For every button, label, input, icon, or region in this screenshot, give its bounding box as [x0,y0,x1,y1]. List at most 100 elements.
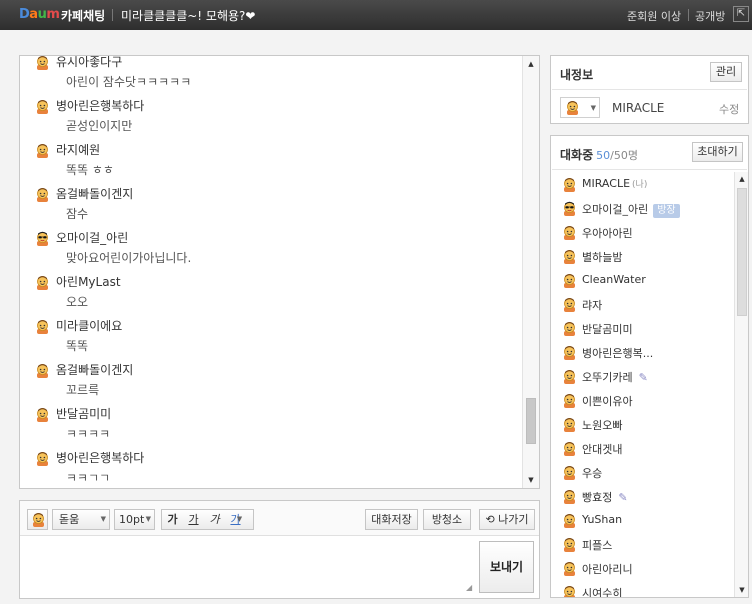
participant-name: 별하늘밤 [582,251,623,264]
avatar[interactable] [35,319,50,334]
participant-item[interactable]: 피플스 [551,534,731,556]
avatar[interactable] [35,451,50,466]
scroll-up-arrow-icon[interactable]: ▲ [735,172,748,186]
message-nickname[interactable]: 병아린은행복하다 [56,449,144,466]
participant-name: 노원오빠 [582,419,623,432]
exit-button[interactable]: ⟲ 나가기 [479,509,535,530]
participant-item[interactable]: 빵효정 ✎ [551,486,731,508]
message-nickname[interactable]: 오마이걸_아린 [56,229,128,246]
participant-list: MIRACLE (나) 오마이걸_아린 방장 우아아아린별하늘밤 CleanWater 랴자… [551,172,733,597]
top-bar: Daum 카페채팅 미라클클클클~! 모해용?❤ 준회원 이상 공개방 ⇱ [0,0,752,30]
message-nickname[interactable]: 반달곰미미 [56,405,111,422]
participant-item[interactable]: 별하늘밤 [551,246,731,268]
font-select[interactable]: 돋움 ▼ [52,509,110,530]
smile-face-icon [564,538,575,552]
save-chat-button[interactable]: 대화저장 [365,509,418,530]
participant-item[interactable]: 아린아리니 [551,558,731,580]
scroll-up-arrow-icon[interactable]: ▲ [523,56,539,72]
font-size-value: 10pt [119,513,145,526]
participant-item[interactable]: 반달곰미미 [551,318,731,340]
avatar[interactable] [35,407,50,422]
participant-item[interactable]: MIRACLE (나) [551,174,731,196]
participant-item[interactable]: 오마이걸_아린 방장 [551,198,731,220]
message-nickname[interactable]: 옴걸빠돌이겐지 [56,185,133,202]
chat-message: 옴걸빠돌이겐지 꼬르륵 [20,361,520,405]
resize-grip-icon[interactable]: ◢ [466,583,472,592]
participant-name: 시여수히 [582,587,623,597]
send-button[interactable]: 보내기 [479,541,534,593]
popout-icon[interactable]: ⇱ [733,6,749,22]
sunglasses-face-icon [564,201,575,216]
smile-face-icon [564,418,575,432]
message-nickname[interactable]: 라지예원 [56,141,100,158]
invite-button[interactable]: 초대하기 [692,142,743,162]
avatar[interactable] [35,56,50,70]
underline-button[interactable]: 가 [183,510,204,529]
scrollbar-thumb[interactable] [737,188,747,316]
chat-message: 병아린은행복하다 ㅋㅋㄱㄱ [20,449,520,488]
message-input[interactable] [27,542,474,592]
pencil-icon: ✎ [618,491,628,504]
bold-button[interactable]: 가 [162,510,183,529]
message-nickname[interactable]: 유시아좋다구 [56,56,122,70]
my-nickname: MIRACLE [612,101,665,115]
participant-name: MIRACLE [582,177,631,190]
scroll-down-arrow-icon[interactable]: ▼ [735,583,748,597]
participant-item[interactable]: 시여수히 [551,582,731,597]
room-grade: 준회원 이상 [627,10,682,23]
participant-item[interactable]: 병아린은행복... [551,342,731,364]
scrollbar-thumb[interactable] [526,397,536,444]
clear-chat-button[interactable]: 방청소 [423,509,471,530]
emoticon-button[interactable] [27,509,48,530]
participant-item[interactable]: YuShan [551,510,731,532]
smile-face-icon [564,514,575,528]
compose-panel: 돋움 ▼ 10pt ▼ 가 가 가 가 ▼ 대화저장 방청소 ⟲ 나가기 ◢ 보내기 [19,500,540,599]
participant-count: 50 [596,149,611,162]
participant-item[interactable]: 우아아아린 [551,222,731,244]
message-text: 똑똑 [66,339,89,353]
participant-item[interactable]: 안대겟내 [551,438,731,460]
avatar-select[interactable]: ▼ [560,97,600,118]
message-nickname[interactable]: 아린MyLast [56,273,121,290]
smile-face-icon [564,274,575,288]
avatar[interactable] [35,231,50,246]
participant-item[interactable]: 노원오빠 [551,414,731,436]
italic-button[interactable]: 가 [204,510,225,529]
avatar[interactable] [35,187,50,202]
avatar [562,225,577,240]
chat-scrollbar[interactable]: ▲ ▼ [522,56,539,488]
chat-log-panel: 유시아좋다구 아린이 잠수닷ㅋㅋㅋㅋㅋ 병아린은행복하다 곧성인이지만 라지예원 똑똑 ㅎ… [19,55,540,489]
message-nickname[interactable]: 미라클이에요 [56,317,122,334]
participant-name-group: 오뚜기카레 ✎ [582,369,648,385]
smile-face-icon [37,188,48,202]
avatar[interactable] [35,99,50,114]
participant-scrollbar[interactable]: ▲ ▼ [734,172,748,597]
chevron-down-icon[interactable]: ▼ [229,510,250,529]
participant-name-group: 병아린은행복... [582,345,653,361]
participant-item[interactable]: 이쁜이유아 [551,390,731,412]
edit-nickname-link[interactable]: 수정 [719,101,739,117]
participant-item[interactable]: CleanWater [551,270,731,292]
participant-name-group: 별하늘밤 [582,249,622,265]
participant-item[interactable]: 우승 [551,462,731,484]
message-text: 오오 [66,295,89,309]
message-list: 유시아좋다구 아린이 잠수닷ㅋㅋㅋㅋㅋ 병아린은행복하다 곧성인이지만 라지예원 똑똑 ㅎ… [20,56,522,488]
participant-item[interactable]: 오뚜기카레 ✎ [551,366,731,388]
chevron-down-icon: ▼ [145,515,151,523]
avatar [562,537,577,552]
participant-item[interactable]: 랴자 [551,294,731,316]
scroll-down-arrow-icon[interactable]: ▼ [523,472,539,488]
font-size-select[interactable]: 10pt ▼ [114,509,155,530]
participant-name-group: YuShan [582,513,622,526]
avatar[interactable] [35,275,50,290]
avatar[interactable] [35,363,50,378]
message-nickname[interactable]: 병아린은행복하다 [56,97,144,114]
smile-face-icon [564,466,575,480]
smile-face-icon [564,442,575,456]
avatar[interactable] [35,143,50,158]
divider [552,89,747,90]
manage-button[interactable]: 관리 [710,62,742,82]
message-text: 똑똑 ㅎㅎ [66,163,114,177]
avatar [562,273,577,288]
message-nickname[interactable]: 옴걸빠돌이겐지 [56,361,133,378]
